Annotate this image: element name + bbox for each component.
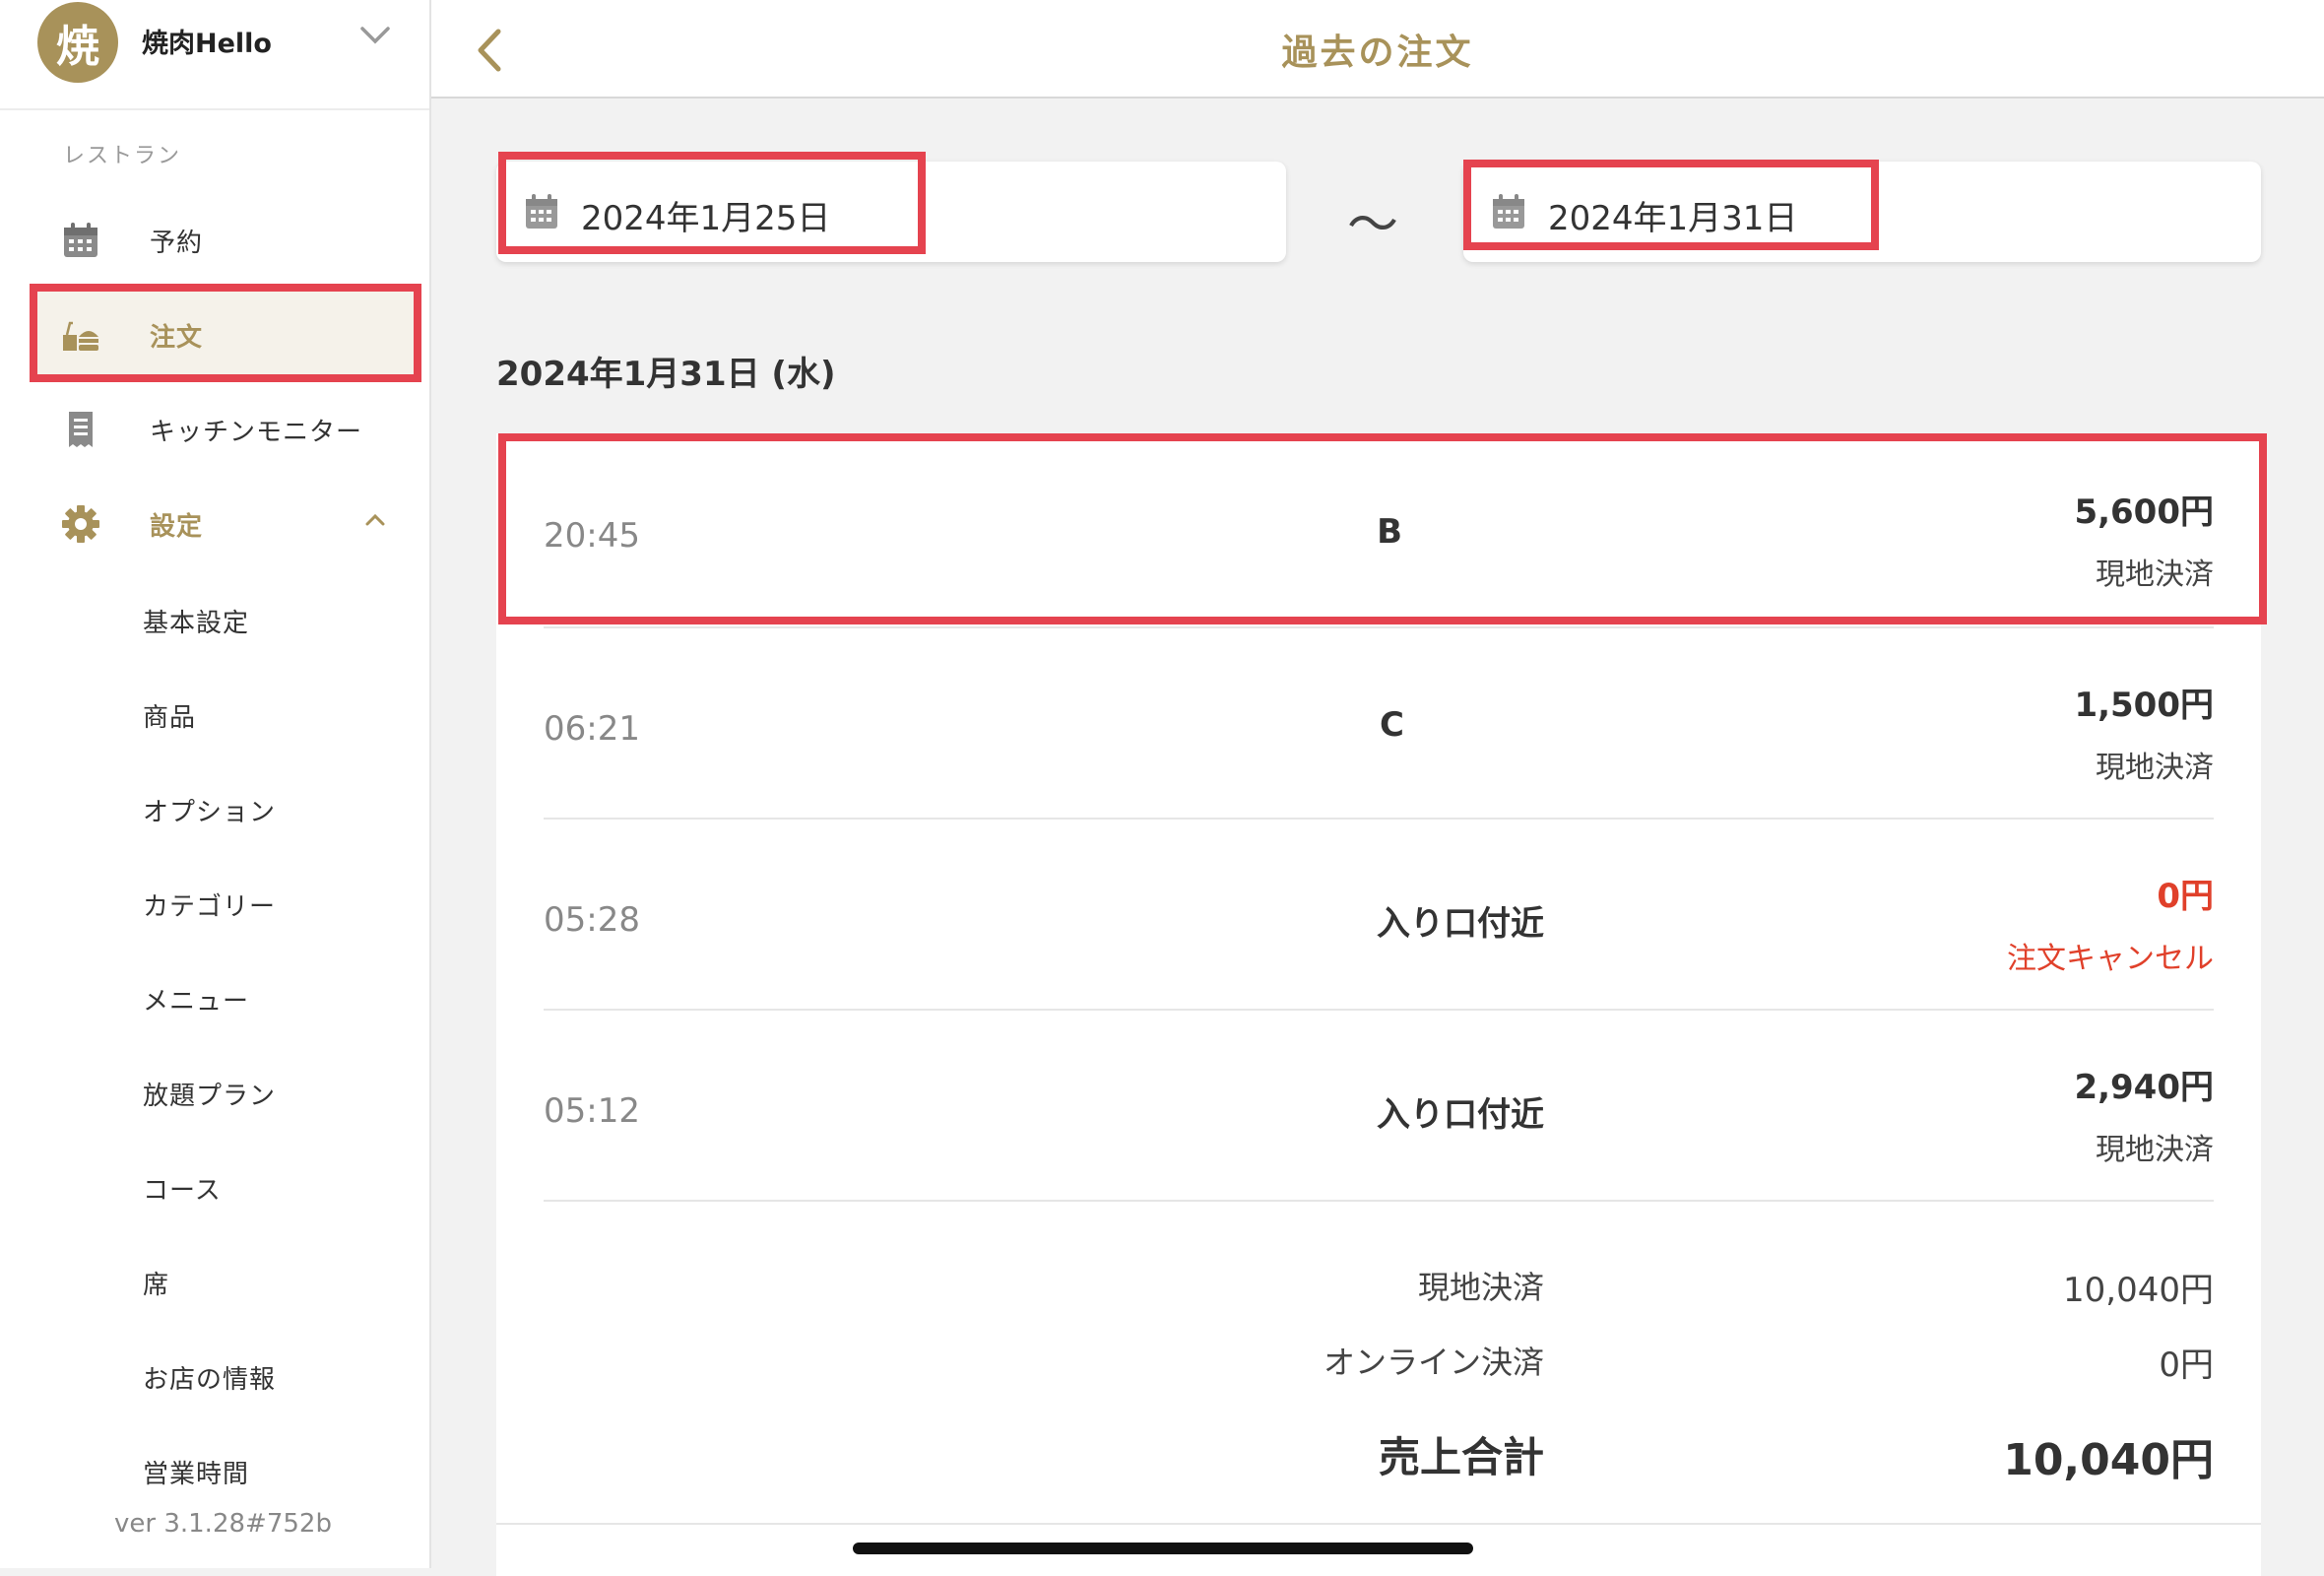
- sidebar-item-orders[interactable]: 注文: [30, 292, 416, 378]
- onsite-payment-label: 現地決済: [1417, 1269, 1544, 1306]
- to-date-value: 2024年1月31日: [1548, 199, 1798, 238]
- chevron-down-icon[interactable]: [358, 24, 392, 47]
- sidebar-subitem-seats[interactable]: 席: [143, 1265, 169, 1301]
- receipt-icon: [69, 412, 93, 447]
- page-title: 過去の注文: [1281, 33, 1474, 73]
- order-payment-status: 現地決済: [2096, 1133, 2214, 1167]
- calendar-icon: [64, 223, 97, 257]
- order-amount: 2,940円: [2074, 1068, 2214, 1107]
- order-row[interactable]: 05:12 入り口付近 2,940円 現地決済: [496, 1009, 2261, 1200]
- sidebar-subitem-business-hours[interactable]: 営業時間: [143, 1454, 249, 1490]
- order-amount: 1,500円: [2074, 686, 2214, 725]
- order-payment-status: 現地決済: [2096, 751, 2214, 785]
- sidebar-item-label: 注文: [150, 323, 204, 353]
- sales-total-value: 10,040円: [2003, 1435, 2214, 1485]
- gear-icon: [62, 505, 99, 543]
- home-indicator: [853, 1543, 1473, 1554]
- sidebar-subitem-categories[interactable]: カテゴリー: [143, 886, 276, 923]
- section-label-restaurant: レストラン: [63, 144, 182, 168]
- order-table-name: C: [1380, 705, 1404, 745]
- online-payment-total: 0円: [2159, 1346, 2214, 1385]
- sidebar-subitem-all-you-can-plans[interactable]: 放題プラン: [143, 1076, 276, 1112]
- sidebar-item-settings[interactable]: 設定: [30, 481, 416, 567]
- order-basket-icon: [63, 321, 98, 351]
- order-row[interactable]: 05:28 入り口付近 0円 注文キャンセル: [496, 818, 2261, 1009]
- chevron-up-icon[interactable]: [364, 512, 386, 528]
- sales-total-label: 売上合計: [1378, 1433, 1544, 1481]
- shop-name: 焼肉Hello: [142, 29, 272, 59]
- sidebar-item-label: 設定: [150, 512, 204, 542]
- from-date-picker[interactable]: 2024年1月25日: [496, 162, 1286, 262]
- sidebar-item-label: 予約: [150, 229, 204, 258]
- sidebar-subitem-shop-info[interactable]: お店の情報: [143, 1359, 276, 1396]
- order-row[interactable]: 20:45 B 5,600円 現地決済: [496, 433, 2261, 624]
- sidebar-item-reservations[interactable]: 予約: [30, 197, 416, 284]
- from-date-value: 2024年1月25日: [581, 199, 831, 238]
- onsite-payment-total: 10,040円: [2063, 1271, 2214, 1310]
- online-payment-label: オンライン決済: [1323, 1344, 1544, 1381]
- row-divider: [496, 1523, 2261, 1525]
- sidebar-subitem-courses[interactable]: コース: [143, 1170, 222, 1207]
- day-heading: 2024年1月31日 (水): [496, 355, 836, 394]
- sidebar-subitem-menu[interactable]: メニュー: [143, 981, 249, 1018]
- order-payment-status: 現地決済: [2096, 558, 2214, 592]
- order-amount: 5,600円: [2074, 492, 2214, 532]
- orders-list: 20:45 B 5,600円 現地決済 06:21 C 1,500円 現地決済 …: [496, 433, 2261, 1576]
- sidebar-subitem-options[interactable]: オプション: [143, 792, 276, 828]
- order-row[interactable]: 06:21 C 1,500円 現地決済: [496, 626, 2261, 818]
- calendar-icon: [1493, 194, 1524, 229]
- sidebar-item-label: キッチンモニター: [150, 418, 363, 447]
- top-bar: 過去の注文: [431, 0, 2324, 98]
- date-range-separator: 〜: [1347, 196, 1399, 255]
- shop-switcher[interactable]: 焼 焼肉Hello: [0, 0, 429, 110]
- sidebar: 焼 焼肉Hello レストラン 予約 注文 キッチンモニター 設定 基本設定 商…: [0, 0, 431, 1568]
- order-table-name: 入り口付近: [1377, 904, 1544, 944]
- sidebar-subitem-basic-settings[interactable]: 基本設定: [143, 603, 249, 639]
- app-version: ver 3.1.28#752b: [114, 1509, 332, 1539]
- order-amount: 0円: [2157, 877, 2214, 916]
- order-table-name: B: [1377, 512, 1402, 552]
- shop-avatar: 焼: [37, 2, 118, 83]
- sidebar-item-kitchen-monitor[interactable]: キッチンモニター: [30, 386, 416, 473]
- row-divider: [544, 1200, 2214, 1202]
- to-date-picker[interactable]: 2024年1月31日: [1463, 162, 2261, 262]
- sidebar-subitem-products[interactable]: 商品: [143, 697, 196, 734]
- order-table-name: 入り口付近: [1377, 1095, 1544, 1135]
- calendar-icon: [526, 194, 557, 229]
- order-cancel-status: 注文キャンセル: [2007, 942, 2214, 976]
